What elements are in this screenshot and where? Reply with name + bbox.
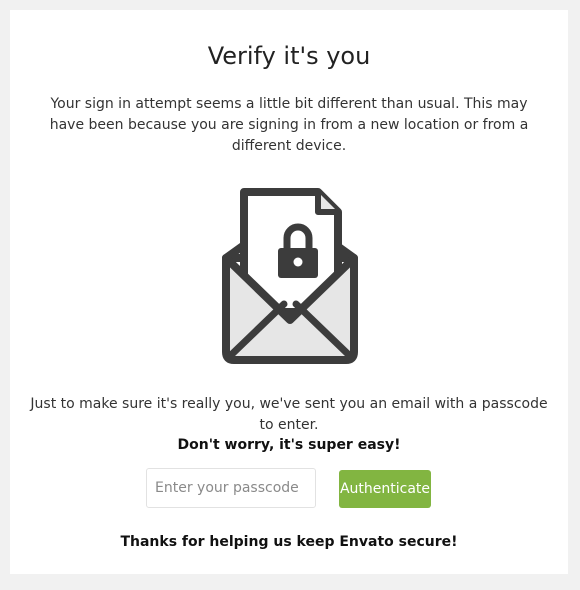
reassurance-text: Don't worry, it's super easy! xyxy=(177,437,401,453)
authenticate-button[interactable]: Authenticate xyxy=(339,470,431,508)
intro-text: Your sign in attempt seems a little bit … xyxy=(49,96,529,154)
notice-text: Just to make sure it's really you, we've… xyxy=(30,396,548,433)
footer-text: Thanks for helping us keep Envato secure… xyxy=(120,534,458,550)
document-fold xyxy=(315,192,338,215)
page-title: Verify it's you xyxy=(207,42,371,70)
passcode-input[interactable] xyxy=(146,468,316,508)
verification-card: Verify it's you Your sign in attempt see… xyxy=(10,10,568,574)
envelope-with-locked-document-icon xyxy=(222,188,358,364)
